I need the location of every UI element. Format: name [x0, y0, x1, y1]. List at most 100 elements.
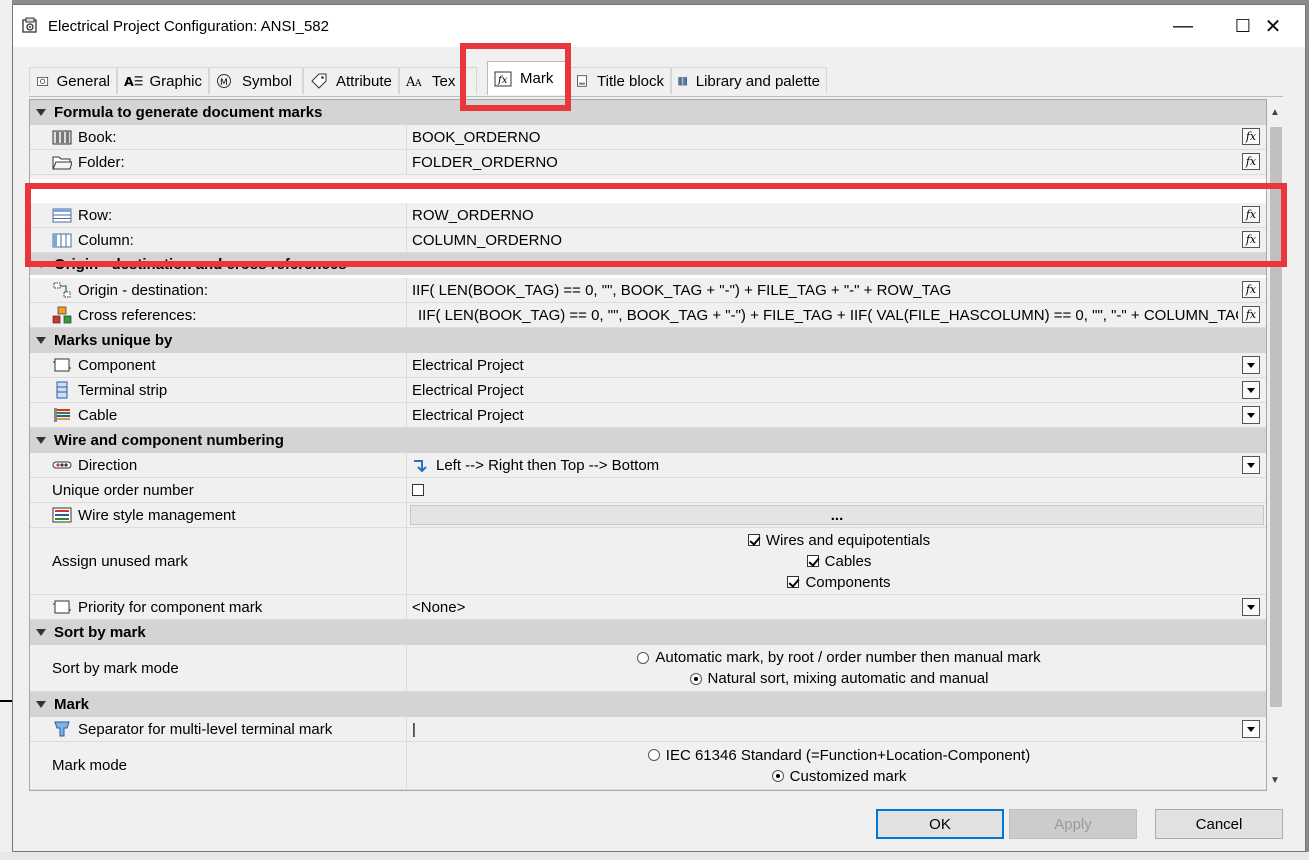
- book-icon: [52, 130, 72, 145]
- property-row-cross-references[interactable]: Cross references: IIF( LEN(BOOK_TAG) == …: [30, 303, 1266, 328]
- tab-label: Title block: [597, 72, 664, 90]
- project-configuration-dialog: Electrical Project Configuration: ANSI_5…: [12, 4, 1306, 852]
- property-label: Origin - destination:: [78, 281, 209, 299]
- close-button[interactable]: ✕: [1243, 5, 1303, 47]
- formula-editor-button[interactable]: fx: [1242, 281, 1260, 298]
- property-label: Separator for multi-level terminal mark: [78, 720, 333, 738]
- cable-icon: [54, 408, 70, 422]
- property-value[interactable]: FOLDER_ORDERNO: [412, 154, 558, 171]
- wire-style-button[interactable]: ...: [410, 505, 1264, 525]
- property-row-assign-unused-mark[interactable]: Assign unused mark Wires and equipotenti…: [30, 528, 1266, 595]
- property-row-book[interactable]: Book: BOOK_ORDERNO fx: [30, 125, 1266, 150]
- property-row-mark-mode[interactable]: Mark mode IEC 61346 Standard (=Function+…: [30, 742, 1266, 790]
- tab-title-block[interactable]: Title block: [569, 67, 671, 94]
- hidden-row-edge: [30, 175, 1266, 179]
- unique-order-checkbox[interactable]: [412, 484, 424, 496]
- property-label: Mark mode: [52, 757, 128, 774]
- checkbox-label: Cables: [824, 552, 872, 570]
- dropdown-button[interactable]: [1242, 406, 1260, 424]
- section-wire-numbering[interactable]: Wire and component numbering: [30, 428, 1266, 453]
- sort-automatic-radio[interactable]: [637, 651, 650, 664]
- general-icon: [37, 76, 49, 86]
- minimize-icon: —: [1173, 14, 1193, 37]
- tab-label: General: [56, 72, 110, 90]
- dropdown-button[interactable]: [1242, 356, 1260, 374]
- tab-symbol[interactable]: M Symbol: [209, 67, 303, 94]
- property-label: Priority for component mark: [78, 598, 263, 616]
- property-value[interactable]: IIF( LEN(BOOK_TAG) == 0, "", BOOK_TAG + …: [412, 282, 951, 299]
- section-title: Formula to generate document marks: [54, 104, 323, 121]
- cables-checkbox[interactable]: [806, 555, 819, 567]
- ok-button[interactable]: OK: [876, 809, 1004, 839]
- collapse-icon: [36, 337, 46, 344]
- highlight-mark-tab: [460, 43, 571, 111]
- property-value[interactable]: IIF( LEN(BOOK_TAG) == 0, "", BOOK_TAG + …: [418, 307, 1238, 324]
- dropdown-button[interactable]: [1242, 598, 1260, 616]
- background-window: [0, 0, 12, 860]
- title-bar: Electrical Project Configuration: ANSI_5…: [13, 5, 1305, 47]
- property-row-priority-component-mark[interactable]: Priority for component mark <None>: [30, 595, 1266, 620]
- formula-editor-button[interactable]: fx: [1242, 128, 1260, 145]
- section-title: Sort by mark: [54, 624, 146, 641]
- scroll-up-icon[interactable]: ▲: [1269, 107, 1281, 121]
- collapse-icon: [36, 701, 46, 708]
- terminal-strip-icon: [56, 381, 68, 399]
- property-value[interactable]: |: [412, 721, 416, 738]
- tab-label: Library and palette: [695, 72, 820, 90]
- tab-label: Graphic: [149, 72, 202, 90]
- section-mark[interactable]: Mark: [30, 692, 1266, 717]
- property-row-separator[interactable]: Separator for multi-level terminal mark …: [30, 717, 1266, 742]
- cancel-button[interactable]: Cancel: [1155, 809, 1283, 839]
- property-row-cable[interactable]: Cable Electrical Project: [30, 403, 1266, 428]
- symbol-icon: M: [217, 74, 231, 88]
- tab-label: Tex: [432, 72, 456, 90]
- property-row-origin-destination[interactable]: Origin - destination: IIF( LEN(BOOK_TAG)…: [30, 278, 1266, 303]
- minimize-button[interactable]: —: [1153, 5, 1213, 47]
- tab-graphic[interactable]: A Graphic: [117, 67, 209, 94]
- radio-label: IEC 61346 Standard (=Function+Location-C…: [665, 746, 1031, 764]
- formula-editor-button[interactable]: fx: [1242, 306, 1260, 323]
- property-row-component[interactable]: Component Electrical Project: [30, 353, 1266, 378]
- property-row-direction[interactable]: Direction Left --> Right then Top --> Bo…: [30, 453, 1266, 478]
- scroll-down-icon[interactable]: ▼: [1269, 775, 1281, 789]
- close-icon: ✕: [1264, 15, 1282, 38]
- component-icon: [53, 600, 71, 614]
- property-label: Wire style management: [78, 506, 236, 524]
- mark-mode-custom-radio[interactable]: [771, 770, 784, 782]
- wires-equipotentials-checkbox[interactable]: [747, 534, 760, 546]
- tab-attribute[interactable]: Attribute: [303, 67, 399, 94]
- section-sort-by-mark[interactable]: Sort by mark: [30, 620, 1266, 645]
- sort-natural-radio[interactable]: [689, 672, 702, 685]
- radio-label: Natural sort, mixing automatic and manua…: [707, 670, 989, 687]
- direction-icon: [52, 461, 72, 469]
- mark-mode-iec-radio[interactable]: [647, 749, 660, 761]
- tab-divider: [29, 96, 1283, 97]
- property-row-folder[interactable]: Folder: FOLDER_ORDERNO fx: [30, 150, 1266, 175]
- property-label: Component: [78, 356, 156, 374]
- section-marks-unique-by[interactable]: Marks unique by: [30, 328, 1266, 353]
- checkbox-label: Wires and equipotentials: [765, 531, 931, 549]
- section-title: Marks unique by: [54, 332, 173, 349]
- terminal-separator-icon: [54, 721, 70, 737]
- dropdown-button[interactable]: [1242, 381, 1260, 399]
- formula-editor-button[interactable]: fx: [1242, 153, 1260, 170]
- wire-style-icon: [52, 507, 72, 523]
- section-formula[interactable]: Formula to generate document marks: [30, 100, 1266, 125]
- property-row-wire-style[interactable]: Wire style management ...: [30, 503, 1266, 528]
- property-row-sort-mode[interactable]: Sort by mark mode Automatic mark, by roo…: [30, 645, 1266, 692]
- property-row-unique-order-number[interactable]: Unique order number: [30, 478, 1266, 503]
- property-label: Cable: [78, 406, 118, 424]
- tab-general[interactable]: General: [29, 67, 117, 94]
- property-row-terminal-strip[interactable]: Terminal strip Electrical Project: [30, 378, 1266, 403]
- property-label: Assign unused mark: [52, 552, 188, 570]
- components-checkbox[interactable]: [787, 576, 800, 588]
- dropdown-button[interactable]: [1242, 720, 1260, 738]
- property-value[interactable]: BOOK_ORDERNO: [412, 129, 540, 146]
- radio-label: Automatic mark, by root / order number t…: [655, 649, 1041, 666]
- apply-button[interactable]: Apply: [1009, 809, 1137, 839]
- highlight-row-column: [25, 183, 1287, 267]
- tab-library-and-palette[interactable]: Library and palette: [671, 67, 827, 94]
- collapse-icon: [36, 629, 46, 636]
- title-block-icon: [577, 75, 587, 87]
- dropdown-button[interactable]: [1242, 456, 1260, 474]
